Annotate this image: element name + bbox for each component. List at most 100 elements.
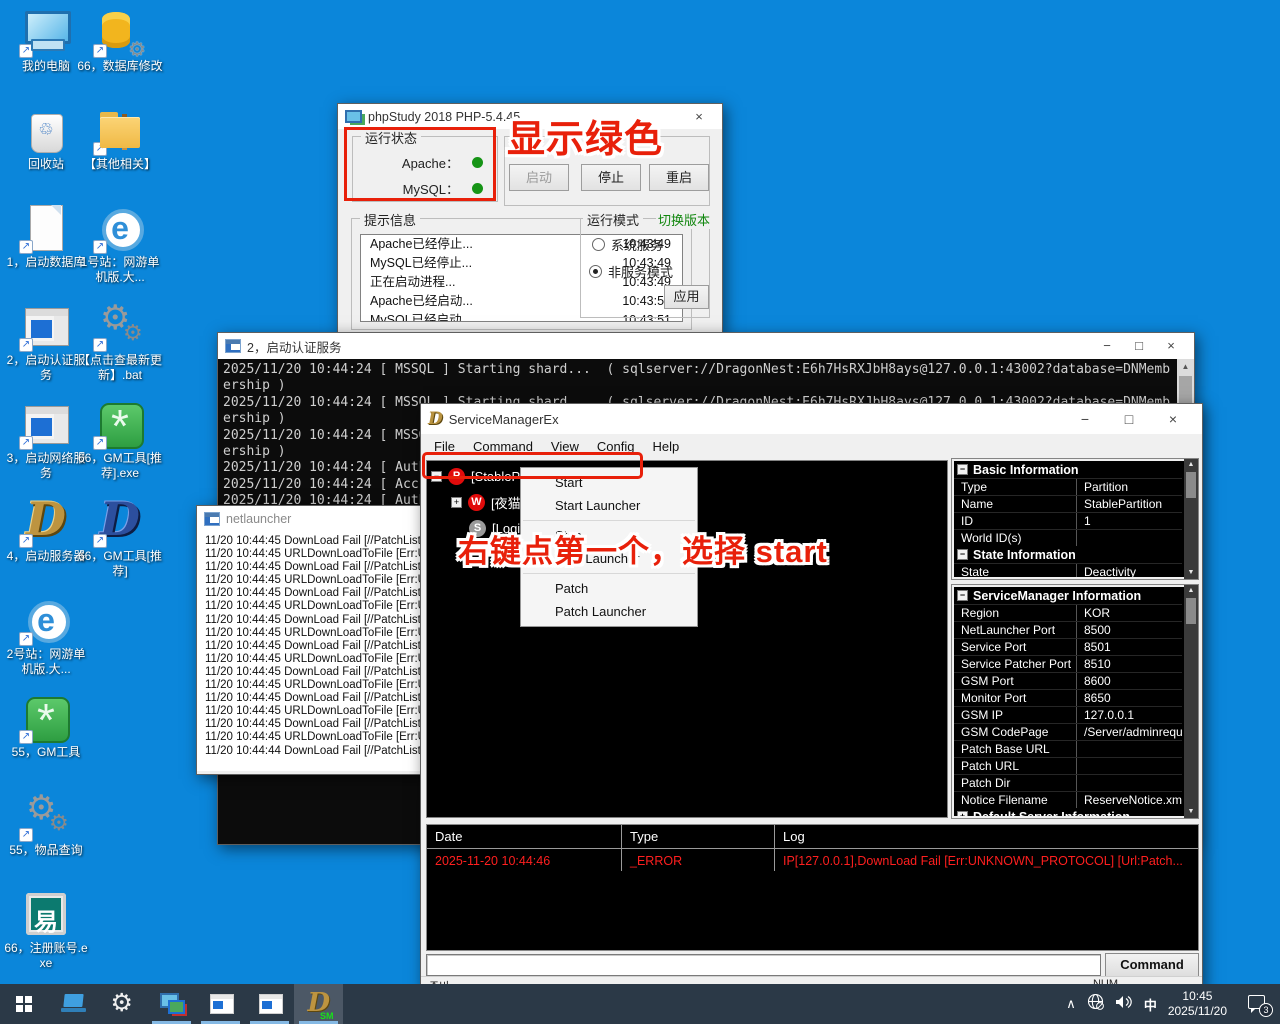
log-table-header: Date Type Log: [427, 825, 1198, 849]
stop-button[interactable]: 停止: [581, 164, 641, 191]
grid-row[interactable]: World ID(s): [954, 529, 1182, 546]
grid-row[interactable]: GSM IP 127.0.0.1: [954, 706, 1182, 723]
grid-row[interactable]: Patch URL: [954, 757, 1182, 774]
desktop-icon[interactable]: 66，GM工具[推荐]: [76, 498, 164, 596]
grid-section-header[interactable]: − ServiceManager Information: [954, 587, 1182, 604]
desktop-icon[interactable]: 66，注册账号.exe: [2, 890, 90, 988]
grid-row[interactable]: Service Port 8501: [954, 638, 1182, 655]
apply-button[interactable]: 应用: [664, 285, 709, 309]
menu-item[interactable]: File: [425, 436, 464, 457]
grid-row[interactable]: State Deactivity: [954, 563, 1182, 577]
desktop-icon-image: [20, 792, 72, 842]
close-icon[interactable]: ×: [1155, 334, 1187, 358]
taskbar-button[interactable]: [294, 984, 343, 1024]
log-header-type[interactable]: Type: [622, 825, 775, 848]
switch-version-link[interactable]: 切换版本: [656, 210, 712, 229]
context-menu-item[interactable]: Start: [521, 471, 697, 494]
collapse-icon[interactable]: +: [957, 811, 968, 816]
desktop-icon[interactable]: 55，物品查询: [2, 792, 90, 890]
desktop-icon[interactable]: 55，GM工具: [2, 694, 90, 792]
desktop-icon[interactable]: 2号站：网游单机版.大...: [2, 596, 90, 694]
command-input[interactable]: [426, 954, 1101, 976]
grid-row[interactable]: Patch Dir: [954, 774, 1182, 791]
taskbar-button[interactable]: [147, 984, 196, 1024]
scroll-down-icon[interactable]: ▼: [1184, 806, 1198, 818]
context-menu-item[interactable]: Start Launcher: [521, 494, 697, 517]
grid-row[interactable]: Region KOR: [954, 604, 1182, 621]
smx-title-bar[interactable]: D ServiceManagerEx − □ ×: [421, 404, 1202, 434]
menu-item[interactable]: Command: [464, 436, 542, 457]
grid-section-header[interactable]: − State Information: [954, 546, 1182, 563]
tree-node-world[interactable]: + W [夜猫]: [451, 491, 524, 513]
taskbar-button[interactable]: [0, 984, 49, 1024]
desktop-icon[interactable]: 【其他相关】: [76, 106, 164, 204]
collapse-icon[interactable]: −: [957, 590, 968, 601]
desktop-icon-image: [94, 204, 146, 254]
grid-row[interactable]: Patch Base URL: [954, 740, 1182, 757]
menu-item[interactable]: View: [542, 436, 588, 457]
scroll-up-icon[interactable]: ▲: [1177, 359, 1194, 375]
grid-scrollbar[interactable]: ▲ ▼: [1184, 459, 1198, 579]
grid-row[interactable]: Monitor Port 8650: [954, 689, 1182, 706]
expand-icon[interactable]: +: [451, 497, 462, 508]
maximize-icon[interactable]: □: [1107, 405, 1151, 433]
context-menu: StartStart Launcher StopStop Launcher Pa…: [520, 467, 698, 627]
grid-scrollbar[interactable]: ▲ ▼: [1184, 585, 1198, 818]
grid-row[interactable]: ID 1: [954, 512, 1182, 529]
desktop-icon[interactable]: 1号站：网游单机版.大...: [76, 204, 164, 302]
start-button[interactable]: 启动: [509, 164, 569, 191]
minimize-icon[interactable]: −: [1063, 405, 1107, 433]
close-icon[interactable]: ×: [683, 105, 715, 129]
scroll-up-icon[interactable]: ▲: [1184, 459, 1198, 471]
grid-section-header[interactable]: − Basic Information: [954, 461, 1182, 478]
taskbar-button[interactable]: [196, 984, 245, 1024]
close-icon[interactable]: ×: [1151, 405, 1195, 433]
context-menu-item[interactable]: Patch: [521, 577, 697, 600]
taskbar-button[interactable]: [245, 984, 294, 1024]
taskbar-app-icon: [208, 991, 234, 1017]
grid-row[interactable]: Type Partition: [954, 478, 1182, 495]
scroll-up-icon[interactable]: ▲: [1184, 585, 1198, 597]
radio-non-service-mode[interactable]: 非服务模式: [589, 262, 673, 281]
desktop-icon[interactable]: 66，GM工具[推荐].exe: [76, 400, 164, 498]
collapse-icon[interactable]: −: [957, 549, 968, 560]
grid-row[interactable]: Service Patcher Port 8510: [954, 655, 1182, 672]
maximize-icon[interactable]: □: [1123, 334, 1155, 358]
radio-system-service[interactable]: 系统服务: [592, 235, 663, 254]
grid-row[interactable]: GSM CodePage /Server/adminrequ...: [954, 723, 1182, 740]
phpstudy-title-bar[interactable]: phpStudy 2018 PHP-5.4.45 ×: [338, 104, 722, 129]
log-header-date[interactable]: Date: [427, 825, 622, 848]
log-header-log[interactable]: Log: [775, 825, 1198, 848]
grid-row[interactable]: NetLauncher Port 8500: [954, 621, 1182, 638]
context-menu-item[interactable]: Patch Launcher: [521, 600, 697, 623]
tray-chevron-icon[interactable]: ∧: [1066, 996, 1076, 1012]
command-button[interactable]: Command: [1105, 953, 1199, 977]
grid-row[interactable]: GSM Port 8600: [954, 672, 1182, 689]
desktop-icon-label: 66，数据库修改: [76, 59, 164, 74]
ime-indicator[interactable]: 中: [1144, 995, 1157, 1014]
log-error-row[interactable]: 2025-11-20 10:44:46 _ERROR IP[127.0.0.1]…: [427, 849, 1198, 871]
menu-item[interactable]: Config: [588, 436, 644, 457]
volume-icon[interactable]: [1115, 994, 1133, 1015]
minimize-icon[interactable]: −: [1091, 334, 1123, 358]
menu-item[interactable]: Help: [643, 436, 688, 457]
tree-node-login[interactable]: S [Login: [469, 517, 527, 539]
desktop-icon[interactable]: 【点击查最新更新】.bat: [76, 302, 164, 400]
desktop-icon[interactable]: 66，数据库修改: [76, 8, 164, 106]
context-menu-item[interactable]: Stop: [521, 524, 697, 547]
context-menu-item[interactable]: Stop Launcher: [521, 547, 697, 570]
network-globe-icon[interactable]: [1087, 993, 1104, 1015]
collapse-icon[interactable]: −: [431, 471, 442, 482]
auth-console-title-bar[interactable]: 2，启动认证服务 − □ ×: [218, 333, 1194, 359]
scroll-down-icon[interactable]: ▼: [1184, 567, 1198, 579]
servicemanager-info-grid: − ServiceManager Information Region KOR …: [954, 587, 1196, 816]
grid-row[interactable]: Notice Filename ReserveNotice.xml: [954, 791, 1182, 808]
taskbar-button[interactable]: [49, 984, 98, 1024]
grid-row[interactable]: Name StablePartition: [954, 495, 1182, 512]
restart-button[interactable]: 重启: [649, 164, 709, 191]
taskbar-button[interactable]: [98, 984, 147, 1024]
notification-center-icon[interactable]: 3: [1246, 993, 1270, 1015]
clock[interactable]: 10:45 2025/11/20: [1168, 989, 1227, 1019]
collapse-icon[interactable]: −: [957, 464, 968, 475]
grid-section-header[interactable]: + Default Server Information: [954, 808, 1182, 816]
